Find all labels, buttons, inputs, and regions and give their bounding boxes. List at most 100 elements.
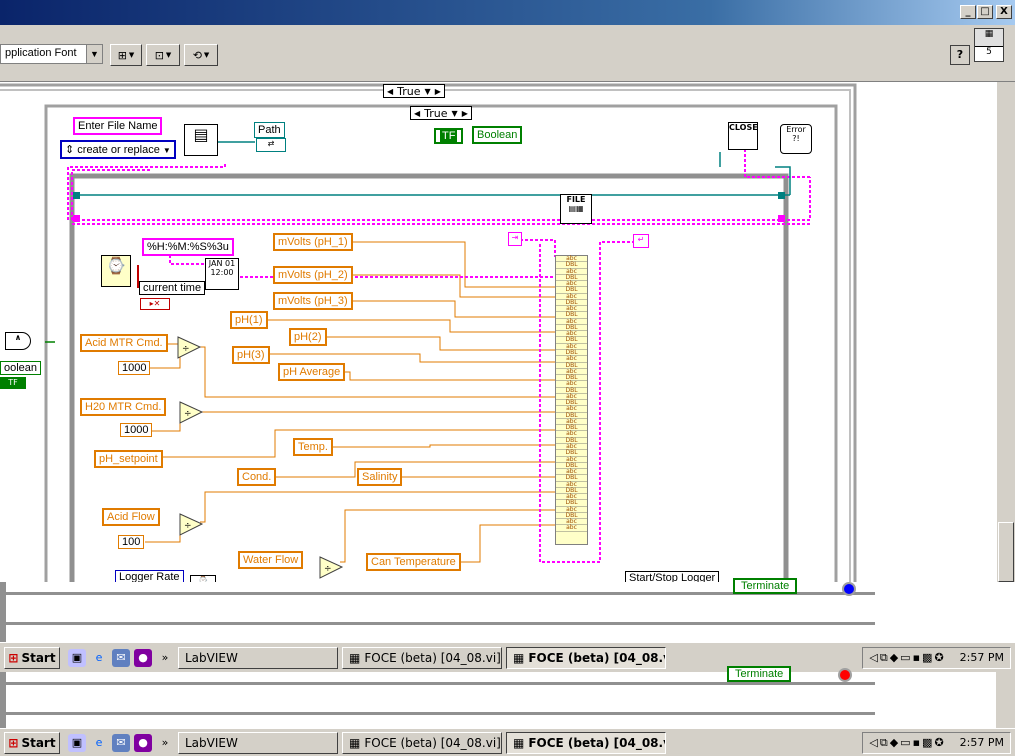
mvolts-ph2-indicator[interactable]: mVolts (pH_2) (273, 266, 353, 284)
align-icon: ⊞ (117, 48, 127, 62)
mvolts-ph3-indicator[interactable]: mVolts (pH_3) (273, 292, 353, 310)
tray-app-icon[interactable]: ▩ (922, 736, 932, 749)
task-foce-panel-2[interactable]: ▦FOCE (beta) [04_08.vi] F... (342, 731, 502, 754)
outlook-icon[interactable]: ✉ (112, 733, 130, 752)
boolean-tf-terminal[interactable]: TF (434, 128, 464, 144)
write-file-node[interactable]: FILE ▤▦ (560, 194, 592, 224)
case-selector-inner[interactable]: ◀ True ▼ ▶ (410, 106, 472, 120)
boolean-tf-icon: TF (440, 130, 458, 142)
ie-icon[interactable]: e (90, 649, 108, 667)
outlook-icon[interactable]: ✉ (112, 648, 130, 667)
tray-app-icon[interactable]: ▪ (913, 736, 920, 749)
more-chevron-icon[interactable]: » (156, 649, 174, 667)
vi-task-icon: ▦ (349, 650, 361, 665)
open-file-node[interactable]: ▤ (184, 124, 218, 156)
task-foce-panel-1[interactable]: ▦FOCE (beta) [04_08.vi] F... (342, 646, 502, 669)
water-flow-indicator[interactable]: Water Flow (238, 551, 304, 569)
distribute-objects-button[interactable]: ⊡ ▼ (146, 44, 180, 66)
can-temperature-indicator[interactable]: Can Temperature (366, 553, 461, 571)
and-node[interactable]: ∧ (5, 332, 31, 350)
constant-1000-a[interactable]: 1000 (118, 361, 151, 375)
salinity-indicator[interactable]: Salinity (357, 468, 403, 486)
tray-app-icon[interactable]: ▪ (913, 651, 920, 664)
desktop-icon[interactable]: ▣ (68, 648, 86, 667)
tick-count-node[interactable]: ⌚ (101, 255, 131, 287)
ph-setpoint-indicator[interactable]: pH_setpoint (94, 450, 163, 468)
ph-average-indicator[interactable]: pH Average (278, 363, 346, 381)
ph2-indicator[interactable]: pH(2) (289, 328, 327, 346)
block-diagram[interactable]: ÷ ÷ ÷ ÷ ◀ True ▼ ▶ ◀ True ▼ ▶ Enter File… (0, 82, 1000, 582)
wait-node[interactable]: ⌚ (190, 575, 216, 582)
case-selector-outer[interactable]: ◀ True ▼ ▶ (383, 84, 445, 98)
align-objects-button[interactable]: ⊞ ▼ (110, 44, 142, 66)
speaker-icon[interactable]: ◁ (869, 736, 877, 749)
temp-indicator[interactable]: Temp. (293, 438, 333, 456)
acid-flow-indicator[interactable]: Acid Flow (102, 508, 160, 526)
font-selector[interactable]: pplication Font ▼ (0, 44, 103, 64)
vi-task-icon: ▦ (349, 735, 361, 750)
start-button-2[interactable]: ⊞ Start (4, 731, 60, 754)
format-into-string-node[interactable]: abc DBL abc DBL abc DBL abc DBL abc DBL abc DBL abc D… (555, 255, 588, 545)
time-format-string[interactable]: %H:%M:%S%3u (142, 238, 234, 256)
tray-app-icon[interactable]: ◆ (890, 651, 898, 664)
chevron-down-icon: ▼ (203, 51, 210, 59)
cond-indicator[interactable]: Cond. (237, 468, 277, 486)
maximize-button[interactable]: □ (977, 5, 993, 19)
start-button-1[interactable]: ⊞ Start (4, 646, 60, 669)
diagram-vertical-scrollbar[interactable] (996, 82, 1015, 582)
open-mode-enum[interactable]: ⇕ create or replace ▼ (60, 140, 176, 159)
ph3-indicator[interactable]: pH(3) (232, 346, 270, 364)
format-time-node[interactable]: JAN 01 12:00 (205, 258, 239, 290)
tray-app-icon[interactable]: ✪ (934, 736, 943, 749)
format-input-terminal[interactable]: abc (556, 525, 587, 532)
acid-mtr-cmd-indicator[interactable]: Acid MTR Cmd. (80, 334, 168, 352)
stop-icon[interactable] (838, 668, 852, 682)
media-icon[interactable]: ● (134, 733, 152, 752)
monitor-icon[interactable]: ▭ (900, 651, 910, 664)
ie-icon[interactable]: e (90, 734, 108, 752)
h2o-mtr-cmd-indicator[interactable]: H20 MTR Cmd. (80, 398, 167, 416)
monitor-icon[interactable]: ▭ (900, 736, 910, 749)
reorder-button[interactable]: ⟲ ▼ (184, 44, 218, 66)
network-icon[interactable]: ⧉ (880, 651, 888, 665)
file-name-control[interactable]: Enter File Name (73, 117, 163, 135)
close-button[interactable]: X (996, 5, 1012, 19)
terminate-button-2[interactable]: Terminate (727, 666, 792, 682)
vi-connector-icon[interactable]: ▦ 5 (974, 28, 1004, 62)
terminate-button-1[interactable]: Terminate (733, 578, 798, 594)
task-labview-1[interactable]: LabVIEW (178, 646, 338, 669)
close-file-node[interactable]: CLOSE (728, 122, 758, 150)
constant-1000-b[interactable]: 1000 (120, 423, 153, 437)
task-foce-diagram-2[interactable]: ▦FOCE (beta) [04_08.vi]... (506, 731, 666, 754)
constant-100[interactable]: 100 (118, 535, 145, 549)
error-handler-node[interactable]: Error?! (780, 124, 812, 154)
case-selector-outer-value: True (397, 84, 421, 98)
stop-icon[interactable] (842, 582, 856, 596)
tray-app-icon[interactable]: ✪ (934, 651, 943, 664)
tray-app-icon[interactable]: ▩ (922, 651, 932, 664)
more-chevron-icon[interactable]: » (156, 734, 174, 752)
mvolts-ph1-indicator[interactable]: mVolts (pH_1) (273, 233, 353, 251)
chevron-down-icon: ▼ (424, 86, 431, 96)
task-label: FOCE (beta) [04_08.vi] F... (364, 735, 501, 750)
logger-rate-control[interactable]: Logger Rate (115, 570, 184, 582)
scroll-thumb[interactable] (998, 522, 1014, 582)
tray-app-icon[interactable]: ◆ (890, 736, 898, 749)
speaker-icon[interactable]: ◁ (869, 651, 877, 664)
minimize-button[interactable]: _ (960, 5, 976, 19)
quick-launch-1: ▣ e ✉ ● » (68, 648, 174, 667)
current-time-indicator: current time (139, 281, 206, 295)
task-foce-diagram-1[interactable]: ▦FOCE (beta) [04_08.vi]... (506, 646, 666, 669)
system-tray-1: ◁ ⧉ ◆ ▭ ▪ ▩ ✪ 2:57 PM (862, 646, 1011, 669)
start-stop-logger-control[interactable]: Start/Stop Logger (625, 571, 720, 582)
clock-2: 2:57 PM (959, 736, 1004, 749)
toolbar: pplication Font ▼ ⊞ ▼ ⊡ ▼ ⟲ ▼ ? ▦ 5 (0, 25, 1015, 82)
help-button[interactable]: ? (950, 45, 970, 65)
desktop-icon[interactable]: ▣ (68, 733, 86, 752)
task-labview-2[interactable]: LabVIEW (178, 731, 338, 754)
boolean-local-variable[interactable]: Boolean (472, 126, 523, 144)
ph1-indicator[interactable]: pH(1) (230, 311, 268, 329)
media-icon[interactable]: ● (134, 648, 152, 667)
chevron-left-icon: ◀ (387, 86, 394, 96)
network-icon[interactable]: ⧉ (880, 736, 888, 750)
